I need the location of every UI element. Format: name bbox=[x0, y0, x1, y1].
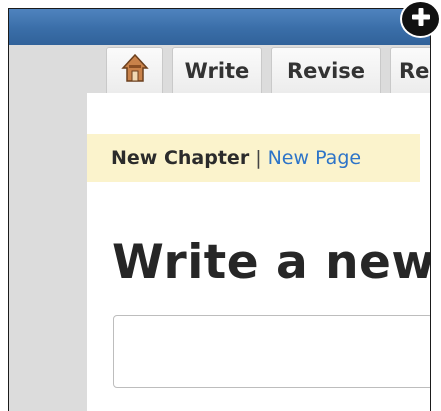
tab-write[interactable]: Write bbox=[172, 47, 262, 93]
home-icon bbox=[120, 53, 149, 88]
tab-revise-label: Revise bbox=[286, 58, 366, 83]
app-window: Write Revise Re New Chapter | New Page W… bbox=[8, 8, 431, 411]
new-page-link[interactable]: New Page bbox=[268, 147, 361, 169]
tab-write-label: Write bbox=[184, 58, 250, 83]
tab-revise[interactable]: Revise bbox=[271, 47, 381, 93]
subnav-new-chapter: New Chapter bbox=[111, 147, 250, 169]
tab-home[interactable] bbox=[106, 47, 163, 93]
tab-review-label: Re bbox=[399, 58, 430, 83]
plus-button[interactable] bbox=[400, 0, 441, 38]
subnav-bar: New Chapter | New Page bbox=[87, 134, 420, 182]
title-input[interactable] bbox=[113, 315, 430, 388]
subnav-separator: | bbox=[255, 147, 262, 169]
plus-icon bbox=[410, 6, 432, 32]
content-panel: New Chapter | New Page Write a new bbox=[87, 93, 431, 411]
tab-review[interactable]: Re bbox=[390, 47, 430, 93]
page-title: Write a new bbox=[112, 235, 431, 290]
top-bar bbox=[9, 9, 430, 45]
